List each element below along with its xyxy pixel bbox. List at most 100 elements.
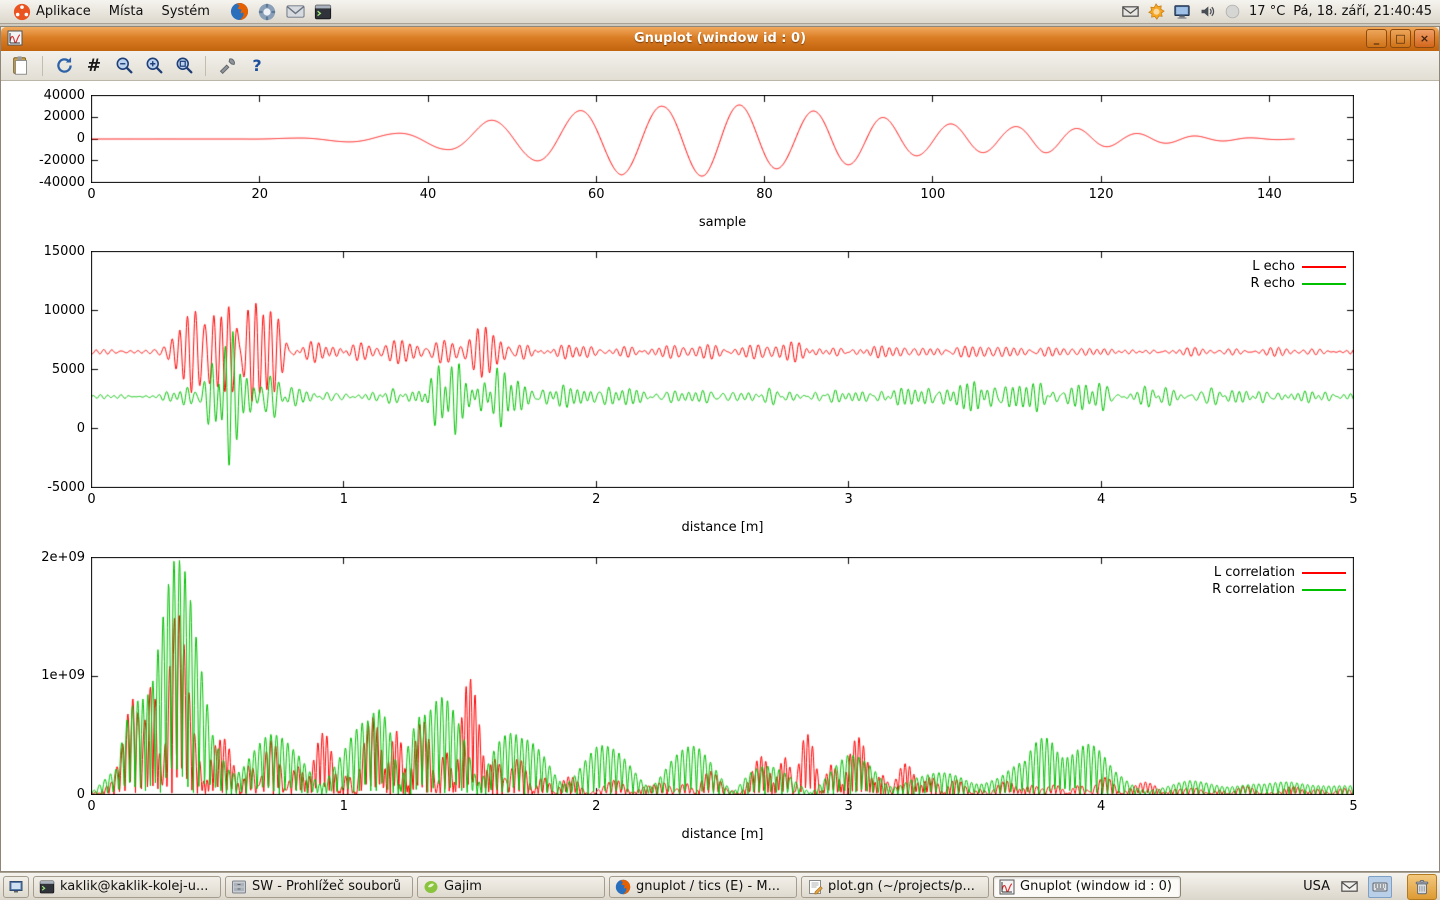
mail-tray-button[interactable] [1337, 876, 1361, 898]
trash-button[interactable] [1407, 874, 1437, 900]
menu-system[interactable]: Systém [152, 0, 218, 23]
firefox-icon [615, 879, 631, 895]
keyboard-indicator-button[interactable] [1368, 876, 1392, 898]
plot-echo: 012345-5000050001000015000distance [m]L … [91, 251, 1354, 488]
terminal-icon [39, 879, 55, 895]
y-tick-label: 0 [9, 421, 85, 436]
titlebar[interactable]: Gnuplot (window id : 0) _ □ × [1, 27, 1439, 51]
x-tick-label: 3 [809, 799, 889, 814]
legend-line-sample [1302, 572, 1346, 574]
y-tick-label: 40000 [9, 88, 85, 103]
task-button-text-editor[interactable]: plot.gn (~/projects/p... [801, 876, 989, 898]
plot-canvas-chirp[interactable] [91, 95, 1354, 183]
x-tick-label: 2 [556, 492, 636, 507]
x-tick-label: 100 [893, 187, 973, 202]
task-button-file-manager[interactable]: SW - Prohlížeč souborů [225, 876, 413, 898]
terminal-icon [314, 3, 332, 21]
firefox-launcher[interactable] [229, 1, 250, 23]
copy-clipboard-icon [10, 55, 32, 77]
task-label: Gajim [444, 879, 482, 894]
x-tick-label: 5 [1314, 492, 1394, 507]
x-tick-label: 1 [304, 799, 384, 814]
toolbar-separator [205, 56, 206, 76]
menu-applications[interactable]: Aplikace [4, 0, 100, 23]
task-label: kaklik@kaklik-kolej-u... [60, 879, 208, 894]
y-tick-label: 2e+09 [9, 550, 85, 565]
temperature-label[interactable]: 17 °C [1249, 4, 1285, 19]
y-tick-label: -5000 [9, 480, 85, 495]
help-icon [258, 3, 276, 21]
show-desktop-icon [8, 879, 24, 895]
software-updates-icon[interactable] [1147, 3, 1165, 21]
close-button[interactable]: × [1414, 29, 1435, 48]
y-tick-label: -20000 [9, 153, 85, 168]
zoom-next-button[interactable] [140, 53, 168, 79]
x-tick-label: 80 [725, 187, 805, 202]
legend-label: R correlation [1212, 582, 1295, 597]
legend-line-sample [1302, 283, 1346, 285]
autoscale-icon [174, 55, 195, 76]
toolbar-separator [42, 56, 43, 76]
grid-icon: # [87, 56, 101, 76]
y-tick-label: -40000 [9, 175, 85, 190]
help-launcher[interactable] [257, 1, 278, 23]
top-panel: Aplikace Místa Systém [0, 0, 1440, 24]
legend-label: R echo [1250, 276, 1295, 291]
zoom-previous-button[interactable] [110, 53, 138, 79]
mail-notification-icon[interactable] [1122, 3, 1139, 20]
keyboard-layout-indicator[interactable]: USA [1303, 879, 1330, 894]
x-tick-label: 1 [304, 492, 384, 507]
configure-button[interactable] [213, 53, 241, 79]
task-button-gnuplot[interactable]: Gnuplot (window id : 0) [993, 876, 1181, 898]
plot-canvas-echo[interactable] [91, 251, 1354, 488]
panel-tray: 17 °C Pá, 18. září, 21:40:45 [1122, 3, 1436, 21]
x-tick-label: 4 [1061, 799, 1141, 814]
x-axis-label: sample [91, 215, 1354, 230]
minimize-button[interactable]: _ [1366, 29, 1387, 48]
task-button-gajim[interactable]: Gajim [417, 876, 605, 898]
copy-clipboard-button[interactable] [7, 53, 35, 79]
taskbar: kaklik@kaklik-kolej-u... SW - Prohlížeč … [0, 872, 1440, 900]
clock[interactable]: Pá, 18. září, 21:40:45 [1293, 4, 1432, 19]
y-tick-label: 1e+09 [9, 668, 85, 683]
ubuntu-logo-icon [13, 3, 31, 21]
text-editor-icon [807, 879, 823, 895]
mail-client-launcher[interactable] [285, 1, 306, 23]
maximize-button[interactable]: □ [1390, 29, 1411, 48]
legend-line-sample [1302, 589, 1346, 591]
file-manager-icon [231, 879, 247, 895]
autoscale-button[interactable] [170, 53, 198, 79]
y-tick-label: 15000 [9, 244, 85, 259]
configure-wrench-icon [217, 55, 238, 76]
terminal-launcher[interactable] [313, 1, 334, 23]
grid-button[interactable]: # [80, 53, 108, 79]
y-tick-label: 0 [9, 787, 85, 802]
show-desktop-button[interactable] [3, 876, 29, 898]
volume-icon[interactable] [1199, 3, 1216, 20]
task-button-firefox[interactable]: gnuplot / tics (E) - M... [609, 876, 797, 898]
legend-entry: R echo [1250, 276, 1346, 291]
gnuplot-window: Gnuplot (window id : 0) _ □ × # [0, 26, 1440, 872]
refresh-button[interactable] [50, 53, 78, 79]
x-tick-label: 60 [556, 187, 636, 202]
window-title: Gnuplot (window id : 0) [1, 31, 1439, 46]
plot-canvas-correlation[interactable] [91, 557, 1354, 795]
taskbar-right: USA [1303, 874, 1437, 900]
menu-applications-label: Aplikace [36, 4, 91, 19]
menu-places[interactable]: Místa [100, 0, 153, 23]
x-tick-label: 40 [388, 187, 468, 202]
legend-entry: L correlation [1214, 565, 1346, 580]
help-button[interactable]: ? [243, 53, 271, 79]
task-button-terminal[interactable]: kaklik@kaklik-kolej-u... [33, 876, 221, 898]
weather-icon[interactable] [1224, 3, 1241, 20]
legend-line-sample [1302, 266, 1346, 268]
zoom-next-icon [144, 55, 165, 76]
keyboard-icon [1372, 879, 1388, 895]
task-label: gnuplot / tics (E) - M... [636, 879, 780, 894]
gajim-icon [423, 879, 439, 895]
remote-desktop-icon[interactable] [1173, 3, 1191, 21]
x-axis-label: distance [m] [91, 520, 1354, 535]
legend-label: L correlation [1214, 565, 1295, 580]
panel-launchers [229, 1, 334, 23]
help-question-icon: ? [252, 56, 261, 75]
